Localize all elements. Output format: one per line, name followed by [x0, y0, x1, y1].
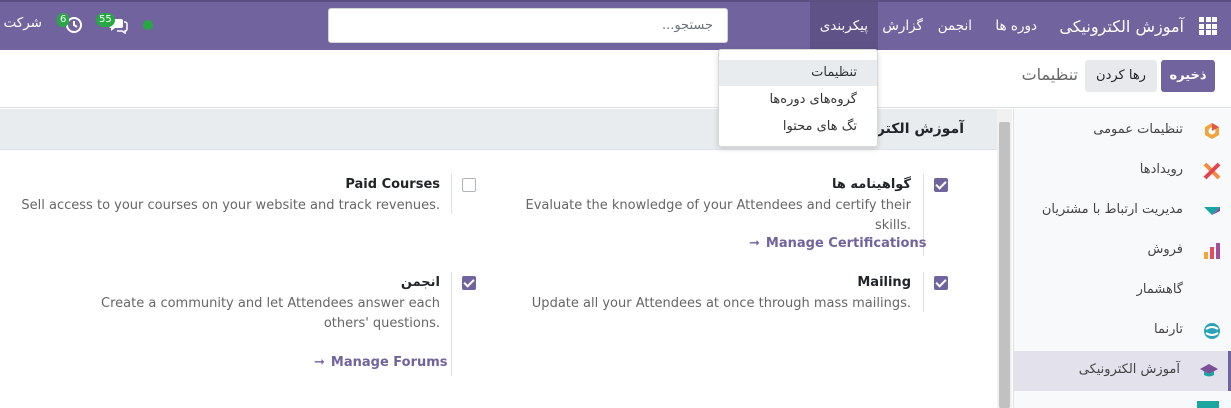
menu-forum[interactable]: انجمن — [928, 2, 982, 50]
elearning-icon — [1200, 364, 1218, 377]
manage-forums-label: Manage Forums — [330, 355, 448, 370]
sidebar-item-label: فروش — [1147, 242, 1183, 257]
divider — [923, 272, 924, 312]
app-brand[interactable]: آموزش الکترونیکی — [1059, 17, 1184, 36]
sales-icon — [1204, 243, 1220, 259]
sidebar-item-crm[interactable]: مدیریت ارتباط با مشتریان — [1013, 191, 1231, 231]
website-icon — [1204, 323, 1220, 339]
mailing-desc: Update all your Attendees at once throug… — [531, 296, 911, 311]
sidebar-item-label: گاهشمار — [1136, 282, 1183, 297]
certifications-title: گواهینامه ها — [831, 177, 911, 192]
forum-desc: Create a community and let Attendees ans… — [101, 296, 440, 331]
sidebar-item-label: مدیریت ارتباط با مشتریان — [1041, 202, 1183, 217]
chat-count-badge: 55 — [96, 13, 115, 27]
arrow-icon: ➞ — [314, 355, 325, 370]
certifications-checkbox[interactable] — [934, 178, 948, 192]
sidebar-item-label: تنظیمات عمومی — [1093, 122, 1183, 137]
scrollbar-thumb[interactable] — [999, 122, 1010, 408]
sidebar-item-general[interactable]: تنظیمات عمومی — [1013, 111, 1231, 151]
company-switcher[interactable]: شرکت من — [0, 15, 42, 31]
search-input[interactable] — [328, 8, 728, 43]
settings-sidebar: تنظیمات عمومی رویدادها مدیریت ارتباط با … — [1013, 109, 1231, 408]
sidebar-item-label: رویدادها — [1139, 162, 1183, 177]
sidebar-item-label: تارنما — [1154, 322, 1183, 337]
page-title: تنظیمات — [1021, 65, 1078, 84]
paid-courses-title: Paid Courses — [345, 177, 440, 192]
online-status-icon — [143, 20, 153, 30]
mailing-checkbox[interactable] — [934, 276, 948, 290]
crm-icon — [1204, 207, 1220, 215]
sidebar-item-calendar[interactable]: 31 گاهشمار — [1013, 271, 1231, 311]
next-app-icon — [1197, 401, 1219, 408]
paid-courses-desc: Sell access to your courses on your webs… — [21, 198, 440, 213]
manage-certifications-label: Manage Certifications — [765, 236, 927, 251]
control-panel: ذخیره رها کردن تنظیمات — [0, 50, 1231, 108]
save-button[interactable]: ذخیره — [1161, 60, 1215, 92]
configuration-dropdown: تنظیمات گروه‌های دوره‌ها تگ های محتوا — [718, 49, 878, 147]
dropdown-item-content-tags[interactable]: تگ های محتوا — [719, 114, 877, 140]
forum-checkbox[interactable] — [462, 276, 476, 290]
dropdown-item-settings[interactable]: تنظیمات — [719, 60, 877, 86]
divider — [451, 174, 452, 214]
menu-configuration[interactable]: پیکربندی — [809, 2, 878, 50]
sidebar-item-events[interactable]: رویدادها — [1013, 151, 1231, 191]
general-settings-icon — [1205, 123, 1219, 139]
menu-reporting[interactable]: گزارش — [872, 2, 933, 50]
discard-button[interactable]: رها کردن — [1085, 60, 1157, 92]
manage-forums-link[interactable]: ➞ Manage Forums — [314, 355, 448, 370]
mailing-title: Mailing — [857, 275, 911, 290]
svg-text:31: 31 — [1202, 283, 1203, 301]
certifications-desc: Evaluate the knowledge of your Attendees… — [525, 198, 911, 233]
sidebar-item-sales[interactable]: فروش — [1013, 231, 1231, 271]
sidebar-item-elearning[interactable]: آموزش الکترونیکی — [1013, 351, 1231, 391]
events-icon — [1203, 162, 1221, 180]
sidebar-item-website[interactable]: تارنما — [1013, 311, 1231, 351]
sidebar-item-label: آموزش الکترونیکی — [1078, 362, 1180, 377]
apps-grid-icon[interactable] — [1199, 17, 1217, 35]
calendar-icon: 31 — [1202, 283, 1203, 301]
manage-certifications-link[interactable]: ➞ Manage Certifications — [749, 236, 926, 251]
forum-title: انجمن — [400, 275, 440, 290]
arrow-icon: ➞ — [749, 236, 760, 251]
paid-courses-checkbox[interactable] — [462, 178, 476, 192]
activity-count-badge: 6 — [57, 13, 70, 27]
dropdown-item-course-groups[interactable]: گروه‌های دوره‌ها — [719, 87, 877, 113]
divider — [451, 272, 452, 376]
menu-courses[interactable]: دوره ها — [985, 2, 1047, 50]
